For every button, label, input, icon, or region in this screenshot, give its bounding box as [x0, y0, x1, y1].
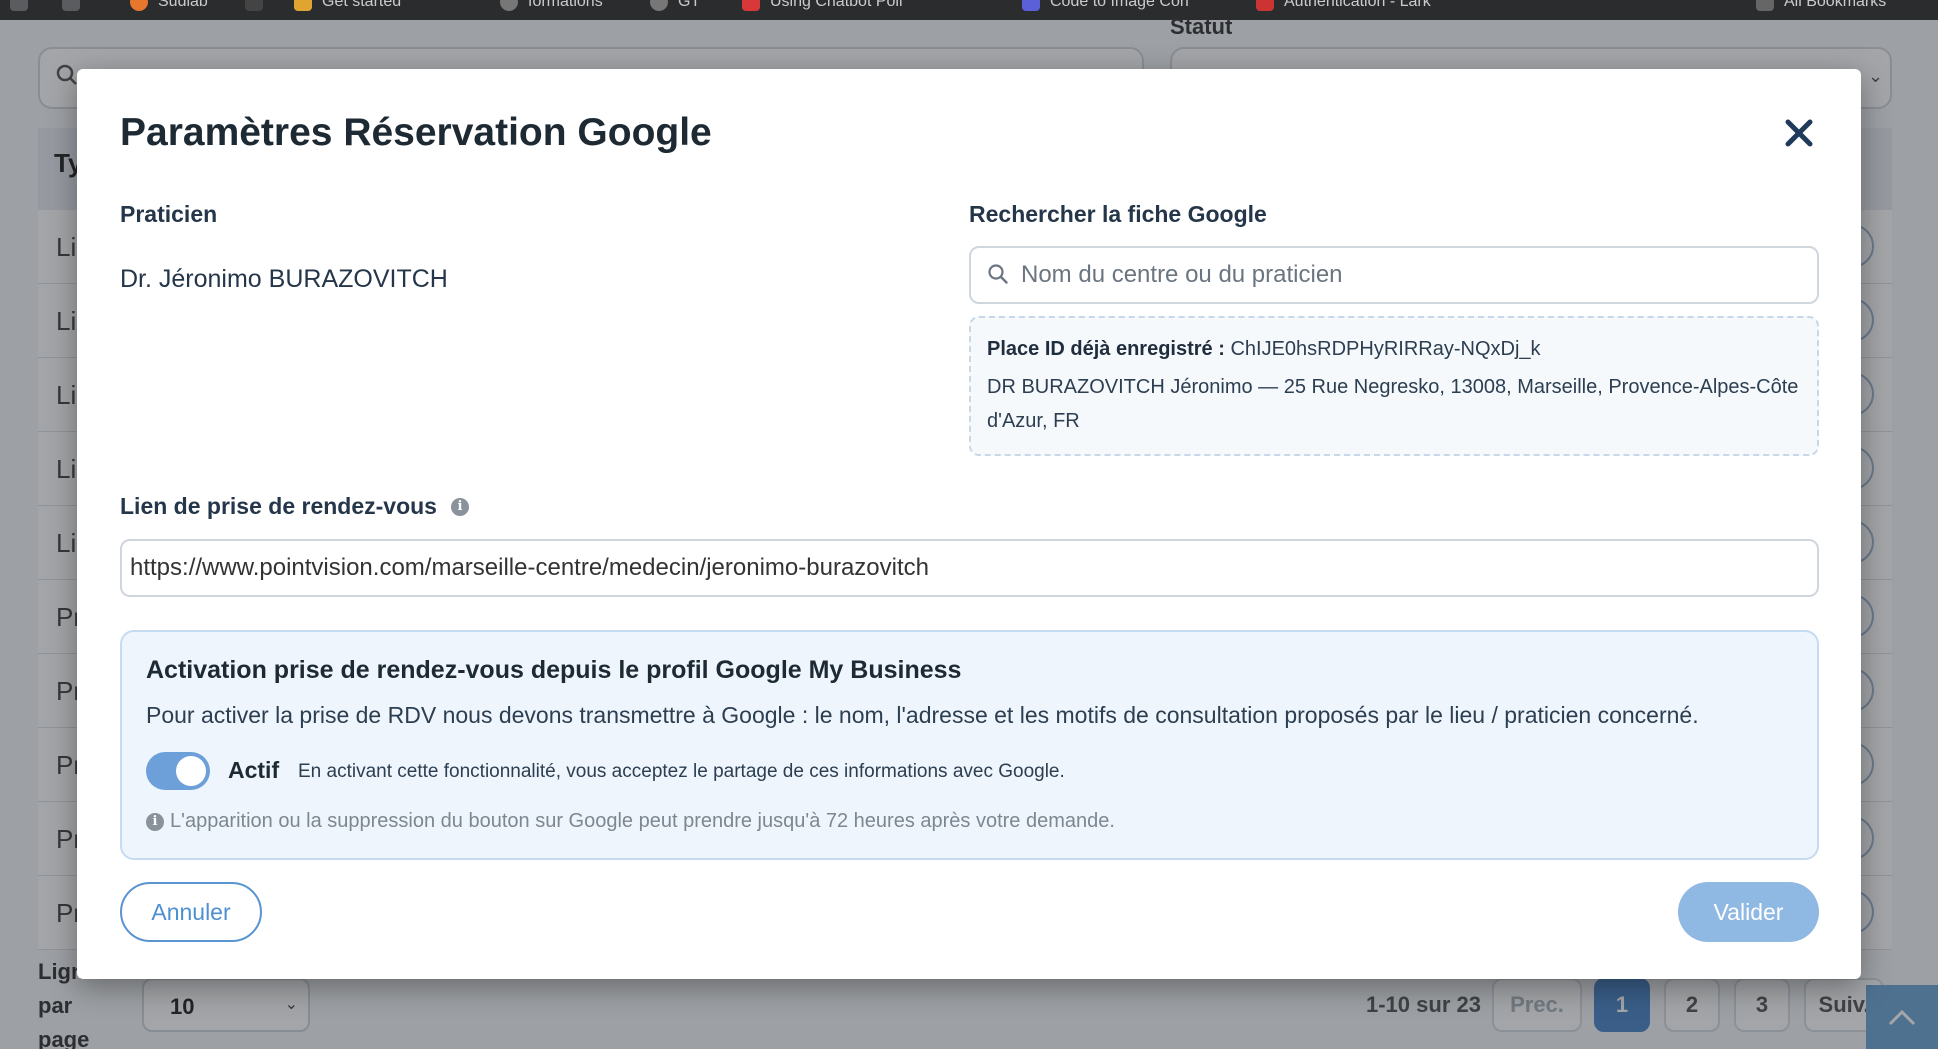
bookmark-item[interactable]: [62, 0, 90, 12]
activation-description: Pour activer la prise de RDV nous devons…: [146, 702, 1699, 728]
google-search-label: Rechercher la fiche Google: [969, 201, 1267, 227]
activation-title: Activation prise de rendez-vous depuis l…: [146, 656, 962, 684]
google-booking-settings-modal: Paramètres Réservation Google Praticien …: [77, 69, 1861, 979]
saved-place-card: Place ID déjà enregistré : ChIJE0hsRDPHy…: [969, 316, 1819, 456]
bookmark-item[interactable]: Sudlab: [130, 0, 208, 12]
place-id-line: Place ID déjà enregistré : ChIJE0hsRDPHy…: [987, 334, 1801, 364]
google-search-input[interactable]: [1021, 256, 1801, 294]
cancel-button[interactable]: Annuler: [120, 882, 262, 942]
google-search-field[interactable]: [969, 246, 1819, 304]
place-address: DR BURAZOVITCH Jéronimo — 25 Rue Negresk…: [987, 376, 1799, 432]
bookmarks-bar: Sudlab Get started formations GT Using C…: [0, 0, 1938, 20]
activation-panel: Activation prise de rendez-vous depuis l…: [120, 630, 1819, 860]
bookmark-item[interactable]: [10, 0, 38, 12]
search-icon: [987, 263, 1009, 290]
bookmark-item[interactable]: Authentication - Lark: [1256, 0, 1431, 12]
close-button[interactable]: [1779, 113, 1819, 153]
info-icon[interactable]: i: [450, 497, 469, 516]
booking-link-label-row: Lien de prise de rendez-vous i: [120, 493, 469, 520]
submit-button[interactable]: Valider: [1678, 882, 1819, 942]
activation-toggle[interactable]: [146, 752, 210, 790]
activation-note: i L'apparition ou la suppression du bout…: [146, 810, 1115, 833]
bookmark-item[interactable]: [245, 0, 273, 12]
toggle-knob: [176, 756, 206, 786]
place-id-label: Place ID déjà enregistré :: [987, 338, 1225, 360]
booking-link-label: Lien de prise de rendez-vous: [120, 493, 437, 519]
activation-consent-text: En activant cette fonctionnalité, vous a…: [298, 761, 1065, 782]
bookmark-item[interactable]: Code to Image Con: [1022, 0, 1189, 12]
bookmark-item[interactable]: Get started: [294, 0, 401, 12]
all-bookmarks[interactable]: All Bookmarks: [1756, 0, 1886, 12]
booking-link-input[interactable]: [120, 539, 1819, 597]
activation-note-text: L'apparition ou la suppression du bouton…: [170, 810, 1115, 832]
praticien-label: Praticien: [120, 201, 218, 227]
place-id-value: ChIJE0hsRDPHyRIRRay-NQxDj_k: [1230, 338, 1541, 360]
info-icon: i: [146, 812, 164, 831]
bookmark-item[interactable]: GT: [650, 0, 700, 12]
activation-state-label: Actif: [228, 757, 280, 783]
close-icon: [1785, 119, 1813, 147]
modal-title: Paramètres Réservation Google: [120, 111, 712, 154]
praticien-name: Dr. Jéronimo BURAZOVITCH: [120, 265, 448, 293]
bookmark-item[interactable]: formations: [500, 0, 603, 12]
bookmark-item[interactable]: Using Chatbot Poll: [742, 0, 903, 12]
